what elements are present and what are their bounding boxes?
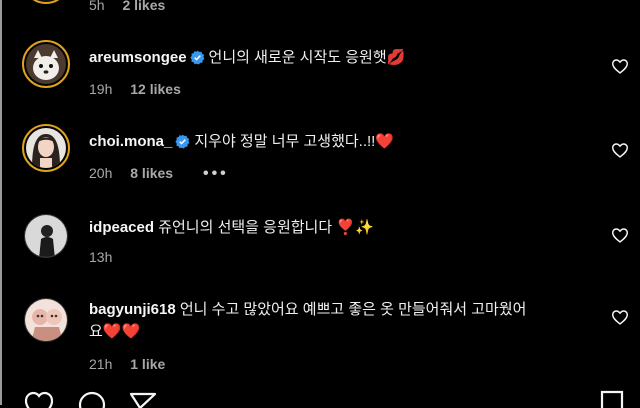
comment-icon[interactable]: [77, 388, 107, 408]
comment-text: 언니 수고 많았어요 예쁘고 좋은 옷 만들어줘서 고마웠어: [179, 301, 527, 318]
comment-time: 20h: [89, 165, 113, 181]
comment-text-continued: 요❤️❤️: [89, 323, 141, 340]
comment-time: 13h: [89, 249, 113, 265]
woman-avatar-image: [26, 128, 66, 168]
comment-likes[interactable]: 2 likes: [122, 0, 165, 13]
comment-likes[interactable]: 12 likes: [130, 81, 181, 97]
more-options-icon[interactable]: •••: [203, 165, 229, 182]
avatar[interactable]: [24, 214, 68, 258]
person-avatar-image: [25, 215, 67, 257]
comment-time: 19h: [89, 81, 113, 97]
comment-username[interactable]: areumsongee: [89, 49, 187, 66]
heart-outline-icon[interactable]: [611, 309, 629, 325]
heart-outline-icon[interactable]: [611, 227, 629, 243]
avatar[interactable]: [22, 0, 70, 4]
comment-username[interactable]: bagyunji618: [89, 301, 176, 318]
avatar[interactable]: [22, 124, 70, 172]
comment-text: 지우야 정말 너무 고생했다..!!❤️: [194, 133, 395, 150]
avatar[interactable]: [24, 298, 68, 342]
post-action-bar: [0, 388, 640, 408]
window-edge: [0, 0, 2, 405]
comment-likes[interactable]: 8 likes: [130, 165, 173, 181]
heart-outline-icon[interactable]: [611, 142, 629, 158]
comment-username[interactable]: choi.mona_: [89, 133, 172, 150]
comment-time: 21h: [89, 356, 113, 372]
save-icon[interactable]: [599, 388, 625, 408]
illustration-avatar-image: [25, 299, 67, 341]
comment-username[interactable]: idpeaced: [89, 219, 154, 236]
comment-likes[interactable]: 1 like: [130, 356, 165, 372]
heart-outline-icon[interactable]: [611, 58, 629, 74]
dog-avatar-image: [26, 44, 66, 84]
comment-partial: 5h 2 likes: [0, 0, 640, 20]
share-icon[interactable]: [128, 388, 158, 408]
verified-badge-icon: [189, 50, 205, 72]
verified-badge-icon: [175, 134, 190, 156]
avatar[interactable]: [22, 40, 70, 88]
comment-text: 쥬언니의 선택을 응원합니다 ❣️✨: [158, 219, 374, 236]
comment-time: 5h: [89, 0, 105, 13]
heart-icon[interactable]: [24, 388, 54, 408]
comment-text: 언니의 새로운 시작도 응원햇💋: [208, 49, 406, 66]
